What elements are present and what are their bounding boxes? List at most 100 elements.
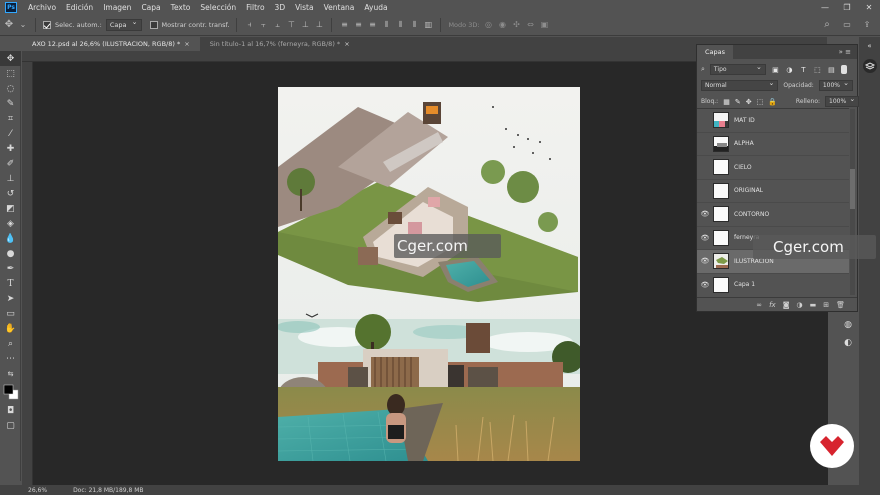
- ruler-vertical[interactable]: [22, 62, 33, 485]
- history-brush-tool-icon[interactable]: ↺: [0, 186, 21, 201]
- auto-align-icon[interactable]: ▥: [423, 20, 433, 30]
- distribute-left-icon[interactable]: ⦀: [381, 20, 391, 30]
- lock-artboard-icon[interactable]: ⬚: [757, 97, 764, 106]
- brush-tool-icon[interactable]: ✐: [0, 156, 21, 171]
- menu-capa[interactable]: Capa: [136, 3, 165, 12]
- filter-kind-dropdown[interactable]: Tipo: [709, 63, 766, 75]
- marquee-tool-icon[interactable]: ⬚: [0, 66, 21, 81]
- color-swatches-icon[interactable]: [0, 381, 21, 403]
- trash-icon[interactable]: 🗑: [836, 301, 845, 309]
- layer-row-capa-1[interactable]: 👁 Capa 1: [697, 274, 849, 297]
- document-size[interactable]: Doc: 21,8 MB/189,8 MB: [73, 487, 143, 494]
- mask-icon[interactable]: ◙: [783, 301, 790, 309]
- distribute-top-icon[interactable]: ≡: [339, 20, 349, 30]
- crop-tool-icon[interactable]: ⌗: [0, 111, 21, 126]
- slide-3d-icon[interactable]: ⇔: [526, 20, 536, 30]
- tool-preset-dropdown-icon[interactable]: ⌄: [18, 20, 28, 30]
- close-icon[interactable]: ×: [344, 40, 349, 48]
- paint-bucket-tool-icon[interactable]: ◈: [0, 216, 21, 231]
- fill-field[interactable]: 100%: [825, 95, 860, 107]
- menu-filtro[interactable]: Filtro: [241, 3, 269, 12]
- lock-pixels-icon[interactable]: ✎: [735, 97, 741, 106]
- more-tools-icon[interactable]: ⋯: [0, 351, 21, 366]
- share-icon[interactable]: ⇪: [862, 20, 872, 30]
- document-canvas[interactable]: [278, 87, 580, 461]
- panel-menu-icon[interactable]: » ≡: [839, 48, 857, 56]
- type-filter-icon[interactable]: T: [799, 65, 808, 74]
- menu-vista[interactable]: Vista: [290, 3, 319, 12]
- tab-sin-titulo[interactable]: Sin título-1 al 16,7% (ferneyra, RGB/8) …: [199, 37, 360, 51]
- eyedropper-tool-icon[interactable]: ⁄: [0, 126, 21, 141]
- opacity-field[interactable]: 100%: [818, 79, 853, 91]
- scrollbar-thumb[interactable]: [850, 169, 855, 209]
- lock-position-icon[interactable]: ✥: [746, 97, 752, 106]
- workspace-icon[interactable]: ▭: [842, 20, 852, 30]
- lock-transparent-icon[interactable]: ▦: [723, 97, 730, 106]
- menu-ayuda[interactable]: Ayuda: [359, 3, 392, 12]
- layer-row-alpha[interactable]: ALPHA: [697, 133, 849, 156]
- fx-icon[interactable]: fx: [769, 301, 776, 309]
- pixel-filter-icon[interactable]: ▣: [771, 65, 780, 74]
- adjustments-icon[interactable]: ◐: [838, 334, 858, 352]
- hand-tool-icon[interactable]: ✋: [0, 321, 21, 336]
- blur-tool-icon[interactable]: 💧: [0, 231, 21, 246]
- align-center-h-icon[interactable]: ⫟: [258, 20, 268, 30]
- layer-row-cielo[interactable]: CIELO: [697, 156, 849, 180]
- restore-button[interactable]: ❐: [836, 3, 858, 12]
- eye-icon[interactable]: 👁: [697, 281, 713, 289]
- menu-archivo[interactable]: Archivo: [23, 3, 61, 12]
- eye-icon[interactable]: 👁: [697, 210, 713, 218]
- menu-texto[interactable]: Texto: [166, 3, 196, 12]
- distribute-hcenter-icon[interactable]: ⦀: [395, 20, 405, 30]
- screen-mode-icon[interactable]: ▢: [0, 418, 21, 433]
- clone-stamp-tool-icon[interactable]: ⊥: [0, 171, 21, 186]
- align-bottom-icon[interactable]: ⊥: [314, 20, 324, 30]
- smart-object-filter-icon[interactable]: ▤: [827, 65, 836, 74]
- eye-icon[interactable]: 👁: [697, 257, 713, 265]
- auto-select-dropdown[interactable]: Capa: [105, 18, 142, 31]
- new-layer-icon[interactable]: ⊞: [823, 301, 829, 309]
- layer-row-mat-id[interactable]: MAT ID: [697, 109, 849, 133]
- layers-panel-icon[interactable]: [859, 57, 880, 75]
- rectangle-tool-icon[interactable]: ▭: [0, 306, 21, 321]
- close-button[interactable]: ✕: [858, 3, 880, 12]
- minimize-button[interactable]: —: [814, 3, 836, 12]
- healing-brush-tool-icon[interactable]: ✚: [0, 141, 21, 156]
- menu-seleccion[interactable]: Selección: [195, 3, 241, 12]
- search-icon[interactable]: ⌕: [822, 19, 832, 30]
- transform-controls-checkbox[interactable]: [149, 20, 158, 29]
- photoshop-logo-icon[interactable]: Ps: [5, 1, 17, 13]
- collapse-panels-icon[interactable]: «: [859, 37, 880, 55]
- quick-mask-icon[interactable]: ◘: [0, 403, 21, 418]
- menu-3d[interactable]: 3D: [270, 3, 291, 12]
- lock-all-icon[interactable]: 🔒: [768, 97, 777, 106]
- properties-icon[interactable]: ◍: [838, 316, 858, 334]
- roll-3d-icon[interactable]: ◉: [498, 20, 508, 30]
- tab-capas[interactable]: Capas: [697, 45, 734, 59]
- eye-icon[interactable]: 👁: [697, 234, 713, 242]
- align-top-icon[interactable]: ⊤: [286, 20, 296, 30]
- distribute-bottom-icon[interactable]: ≡: [367, 20, 377, 30]
- folder-icon[interactable]: ▬: [810, 301, 817, 309]
- menu-imagen[interactable]: Imagen: [98, 3, 136, 12]
- link-icon[interactable]: ∞: [756, 301, 762, 309]
- scale-3d-icon[interactable]: ▣: [540, 20, 550, 30]
- quick-select-tool-icon[interactable]: ✎: [0, 96, 21, 111]
- filter-toggle-icon[interactable]: [840, 65, 847, 74]
- zoom-level[interactable]: 26,6%: [28, 487, 47, 494]
- distribute-right-icon[interactable]: ⦀: [409, 20, 419, 30]
- zoom-tool-icon[interactable]: ⌕: [0, 336, 21, 351]
- auto-select-checkbox[interactable]: [43, 20, 51, 29]
- layer-row-contorno[interactable]: 👁 CONTORNO: [697, 203, 849, 227]
- align-right-icon[interactable]: ⫠: [272, 20, 282, 30]
- lasso-tool-icon[interactable]: ◌: [0, 81, 21, 96]
- eraser-tool-icon[interactable]: ◩: [0, 201, 21, 216]
- adjustment-filter-icon[interactable]: ◑: [785, 65, 794, 74]
- close-icon[interactable]: ×: [184, 40, 189, 48]
- adjustment-icon[interactable]: ◑: [797, 301, 803, 309]
- dodge-tool-icon[interactable]: ●: [0, 246, 21, 261]
- move-tool-icon[interactable]: ✥: [4, 19, 14, 30]
- layer-row-original[interactable]: ORIGINAL: [697, 180, 849, 203]
- orbit-3d-icon[interactable]: ◎: [484, 20, 494, 30]
- distribute-center-icon[interactable]: ≡: [353, 20, 363, 30]
